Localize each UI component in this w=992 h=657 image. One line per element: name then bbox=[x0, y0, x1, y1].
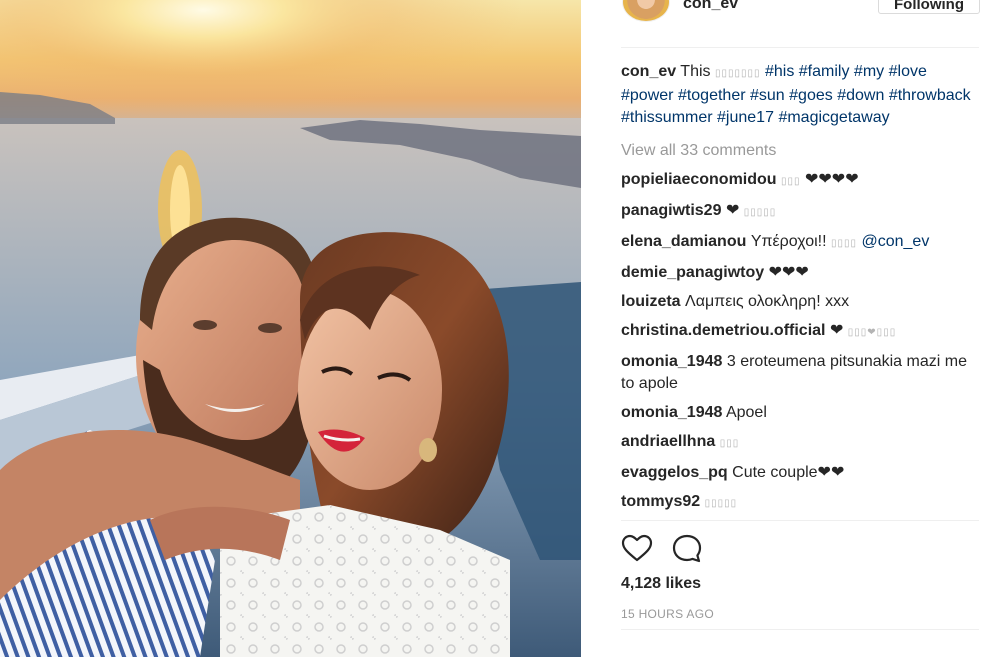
avatar[interactable] bbox=[622, 0, 670, 22]
bottom-divider bbox=[621, 629, 979, 630]
heart-icon[interactable] bbox=[621, 533, 653, 565]
comment-username[interactable]: andriaellhna bbox=[621, 433, 715, 450]
header-username[interactable]: con_ev bbox=[683, 0, 738, 13]
comment-glyphs: ▯▯▯ bbox=[719, 438, 740, 449]
hashtag-link[interactable]: #my bbox=[854, 63, 884, 80]
comment-glyphs: ▯▯▯ bbox=[781, 176, 801, 187]
comment-text: Apoel bbox=[725, 404, 767, 421]
hashtag-link[interactable]: #down bbox=[837, 87, 884, 104]
mention-link[interactable]: @con_ev bbox=[861, 233, 929, 250]
post-timestamp[interactable]: 15 HOURS AGO bbox=[621, 607, 714, 621]
caption-username[interactable]: con_ev bbox=[621, 63, 676, 80]
following-button[interactable]: Following bbox=[878, 0, 980, 14]
hashtag-link[interactable]: #love bbox=[889, 63, 927, 80]
actions-divider bbox=[621, 520, 979, 521]
comment-username[interactable]: demie_panagiwtoy bbox=[621, 264, 764, 281]
hashtag-link[interactable]: #family bbox=[799, 63, 850, 80]
comment-glyphs: ▯▯▯▯ bbox=[831, 238, 858, 249]
photo-scene bbox=[0, 0, 581, 657]
hashtag-link[interactable]: #power bbox=[621, 87, 673, 104]
comment-username[interactable]: tommys92 bbox=[621, 493, 700, 510]
comment-glyphs: ▯▯▯▯▯ bbox=[704, 498, 738, 509]
comment-row: evaggelos_pq Cute couple❤❤ bbox=[621, 462, 979, 484]
comment-row: tommys92 ▯▯▯▯▯ bbox=[621, 491, 979, 515]
comment-row: demie_panagiwtoy ❤❤❤ bbox=[621, 262, 979, 284]
hashtag-link[interactable]: #june17 bbox=[717, 109, 774, 126]
hashtag-link[interactable]: #his bbox=[765, 63, 794, 80]
caption: con_ev This ▯▯▯▯▯▯▯ #his #family #my #lo… bbox=[621, 61, 979, 129]
comment-username[interactable]: omonia_1948 bbox=[621, 404, 722, 421]
comment-row: omonia_1948 3 eroteumena pitsunakia mazi… bbox=[621, 351, 979, 395]
post-side-panel: con_ev Following con_ev This ▯▯▯▯▯▯▯ #hi… bbox=[581, 0, 992, 657]
hashtag-link[interactable]: #throwback bbox=[889, 87, 971, 104]
comment-row: louizeta Λαμπεις ολοκληρη! xxx bbox=[621, 291, 979, 313]
caption-text: This bbox=[680, 63, 711, 80]
comment-row: elena_damianou Υπέροχοι!! ▯▯▯▯ @con_ev bbox=[621, 231, 979, 255]
comment-text: ❤ bbox=[829, 322, 844, 339]
post-header: con_ev Following bbox=[581, 0, 992, 48]
comment-text: Υπέροχοι!! bbox=[750, 233, 827, 250]
comment-list: popieliaeconomidou ▯▯▯ ❤❤❤❤ panagiwtis29 … bbox=[621, 169, 979, 515]
hashtag-link[interactable]: #together bbox=[678, 87, 746, 104]
comment-row: christina.demetriou.official ❤ ▯▯▯❤▯▯▯ bbox=[621, 320, 979, 344]
comment-row: omonia_1948 Apoel bbox=[621, 402, 979, 424]
comment-row: panagiwtis29 ❤ ▯▯▯▯▯ bbox=[621, 200, 979, 224]
comment-text: ❤ bbox=[725, 202, 740, 219]
hashtag-link[interactable]: #magicgetaway bbox=[778, 109, 889, 126]
comment-glyphs: ▯▯▯❤▯▯▯ bbox=[847, 327, 897, 338]
comment-username[interactable]: louizeta bbox=[621, 293, 681, 310]
action-bar bbox=[621, 533, 821, 565]
hashtag-link[interactable]: #thissummer bbox=[621, 109, 713, 126]
comment-username[interactable]: christina.demetriou.official bbox=[621, 322, 825, 339]
hashtag-link[interactable]: #goes bbox=[789, 87, 833, 104]
comments-section[interactable]: con_ev This ▯▯▯▯▯▯▯ #his #family #my #lo… bbox=[621, 61, 979, 520]
caption-glyphs: ▯▯▯▯▯▯▯ bbox=[714, 68, 761, 79]
comment-text: ❤❤❤❤ bbox=[804, 171, 859, 188]
comment-username[interactable]: panagiwtis29 bbox=[621, 202, 721, 219]
comment-text: Λαμπεις ολοκληρη! xxx bbox=[685, 293, 850, 310]
view-all-comments-link[interactable]: View all 33 comments bbox=[621, 140, 979, 162]
likes-count[interactable]: 4,128 likes bbox=[621, 575, 701, 593]
comment-username[interactable]: evaggelos_pq bbox=[621, 464, 728, 481]
header-divider bbox=[621, 47, 979, 48]
comment-username[interactable]: popieliaeconomidou bbox=[621, 171, 777, 188]
comment-glyphs: ▯▯▯▯▯ bbox=[743, 207, 777, 218]
post-photo[interactable] bbox=[0, 0, 581, 657]
speech-bubble-icon[interactable] bbox=[671, 533, 703, 565]
comment-username[interactable]: elena_damianou bbox=[621, 233, 746, 250]
comment-row: popieliaeconomidou ▯▯▯ ❤❤❤❤ bbox=[621, 169, 979, 193]
comment-text: Cute couple❤❤ bbox=[732, 464, 845, 481]
comment-row: andriaellhna ▯▯▯ bbox=[621, 431, 979, 455]
hashtag-link[interactable]: #sun bbox=[750, 87, 785, 104]
comment-text: ❤❤❤ bbox=[768, 264, 809, 281]
comment-username[interactable]: omonia_1948 bbox=[621, 353, 722, 370]
